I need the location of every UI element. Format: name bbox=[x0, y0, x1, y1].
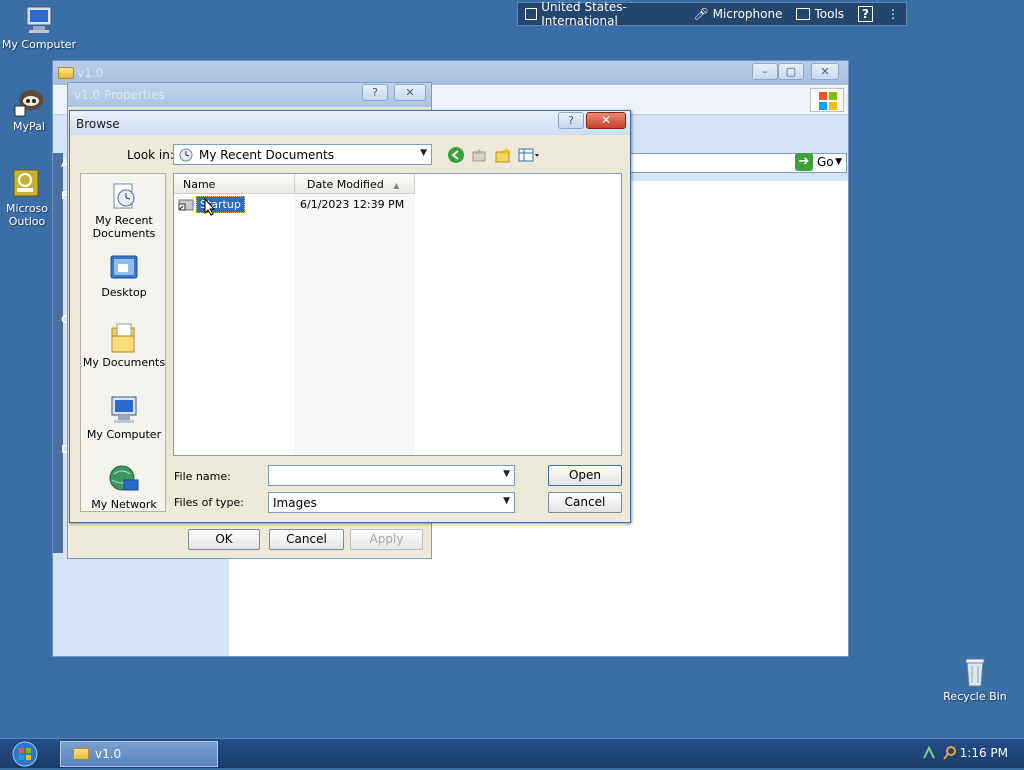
up-folder-button[interactable] bbox=[470, 146, 488, 164]
look-in-label: Look in: bbox=[127, 148, 174, 162]
recycle-bin-icon bbox=[959, 656, 991, 688]
file-list[interactable]: Name Date Modified ▲ Startup 6/1/2023 12… bbox=[173, 173, 622, 456]
outlook-icon bbox=[11, 168, 43, 200]
look-in-dropdown[interactable]: My Recent Documents ▼ bbox=[173, 144, 432, 165]
places-bar: My Recent Documents Desktop My Documents… bbox=[80, 173, 166, 512]
langbar-options-icon[interactable]: ⋮ bbox=[880, 3, 906, 25]
cancel-button[interactable]: Cancel bbox=[548, 492, 622, 513]
start-button[interactable] bbox=[7, 741, 43, 767]
files-of-type-label: Files of type: bbox=[174, 496, 245, 509]
search-icon[interactable] bbox=[942, 745, 958, 761]
chevron-down-icon: ▼ bbox=[503, 496, 510, 506]
computer-icon bbox=[23, 4, 55, 36]
microphone-button[interactable]: 🎤︎ Microphone bbox=[686, 3, 789, 25]
tools-icon bbox=[796, 8, 811, 20]
new-folder-button[interactable] bbox=[494, 146, 512, 164]
apply-button[interactable]: Apply bbox=[350, 529, 423, 550]
sort-ascending-icon: ▲ bbox=[393, 181, 400, 190]
folder-icon bbox=[73, 748, 89, 760]
back-arrow-icon bbox=[448, 147, 464, 163]
help-button[interactable]: ? bbox=[558, 112, 584, 129]
computer-icon bbox=[108, 394, 140, 426]
place-desktop[interactable]: Desktop bbox=[81, 252, 167, 299]
shortcut-folder-icon bbox=[178, 197, 194, 211]
place-my-computer[interactable]: My Computer bbox=[81, 394, 167, 441]
back-button[interactable] bbox=[447, 146, 465, 164]
chevron-down-icon: ▼ bbox=[503, 469, 510, 479]
place-my-documents[interactable]: My Documents bbox=[81, 322, 167, 369]
open-button[interactable]: Open bbox=[548, 465, 622, 486]
file-name-label: File name: bbox=[174, 470, 231, 483]
side-panel: A F C D bbox=[53, 153, 70, 553]
close-button[interactable]: ✕ bbox=[586, 112, 626, 129]
taskbar-button-v1-0[interactable]: v1.0 bbox=[60, 741, 218, 767]
view-menu-button[interactable] bbox=[518, 146, 542, 164]
my-documents-icon bbox=[108, 322, 140, 354]
view-menu-icon bbox=[518, 148, 539, 162]
file-name-input[interactable]: ▼ bbox=[268, 465, 515, 486]
help-button[interactable]: ? bbox=[851, 3, 880, 25]
place-my-recent-documents[interactable]: My Recent Documents bbox=[81, 180, 167, 240]
language-bar: United States-International 🎤︎ Microphon… bbox=[517, 0, 907, 28]
chevron-down-icon: ▼ bbox=[835, 157, 842, 167]
up-folder-icon bbox=[472, 149, 486, 162]
new-folder-icon bbox=[495, 147, 510, 163]
windows-orb-icon bbox=[12, 741, 38, 767]
keyboard-icon bbox=[525, 8, 538, 20]
go-button[interactable]: ➔ Go bbox=[795, 153, 834, 171]
browse-dialog: Browse ? ✕ Look in: My Recent Documents … bbox=[69, 110, 631, 523]
taskbar: v1.0 1:16 PM bbox=[0, 738, 1024, 768]
browse-title-bar[interactable]: Browse ? ✕ bbox=[70, 111, 630, 135]
maximize-button[interactable]: ▢ bbox=[778, 63, 804, 80]
desktop-icon bbox=[108, 252, 140, 284]
microphone-icon: 🎤︎ bbox=[693, 7, 709, 21]
clock[interactable]: 1:16 PM bbox=[960, 746, 1008, 760]
network-tray-icon[interactable] bbox=[922, 745, 936, 760]
help-button[interactable]: ? bbox=[362, 84, 388, 101]
minimize-button[interactable]: – bbox=[752, 63, 778, 80]
tools-button[interactable]: Tools bbox=[789, 3, 851, 25]
ok-button[interactable]: OK bbox=[188, 529, 260, 550]
language-selector[interactable]: United States-International bbox=[518, 0, 686, 28]
recent-documents-icon bbox=[108, 180, 140, 212]
place-my-network[interactable]: My Network bbox=[81, 464, 167, 511]
close-button[interactable]: ✕ bbox=[394, 84, 426, 101]
desktop-icon-my-computer[interactable]: My Computer bbox=[0, 4, 84, 51]
sorted-column-highlight bbox=[295, 194, 415, 455]
network-globe-icon bbox=[108, 464, 140, 496]
file-row-date: 6/1/2023 12:39 PM bbox=[300, 198, 405, 211]
desktop-icon-recycle-bin[interactable]: Recycle Bin bbox=[930, 656, 1020, 703]
mypal-icon bbox=[13, 86, 45, 118]
column-header-name[interactable]: Name bbox=[174, 174, 295, 194]
windows-logo-icon bbox=[810, 88, 844, 112]
properties-title-bar[interactable]: v1.0 Properties ? ✕ bbox=[68, 83, 431, 107]
column-header-date-modified[interactable]: Date Modified ▲ bbox=[295, 174, 415, 194]
folder-icon bbox=[58, 67, 74, 79]
cancel-button[interactable]: Cancel bbox=[269, 529, 344, 550]
close-button[interactable]: ✕ bbox=[811, 63, 839, 80]
files-of-type-dropdown[interactable]: Images ▼ bbox=[268, 492, 515, 513]
recent-documents-icon bbox=[178, 147, 194, 163]
arrow-right-icon: ➔ bbox=[795, 153, 813, 171]
mouse-cursor-icon bbox=[204, 197, 216, 216]
chevron-down-icon: ▼ bbox=[420, 148, 427, 158]
